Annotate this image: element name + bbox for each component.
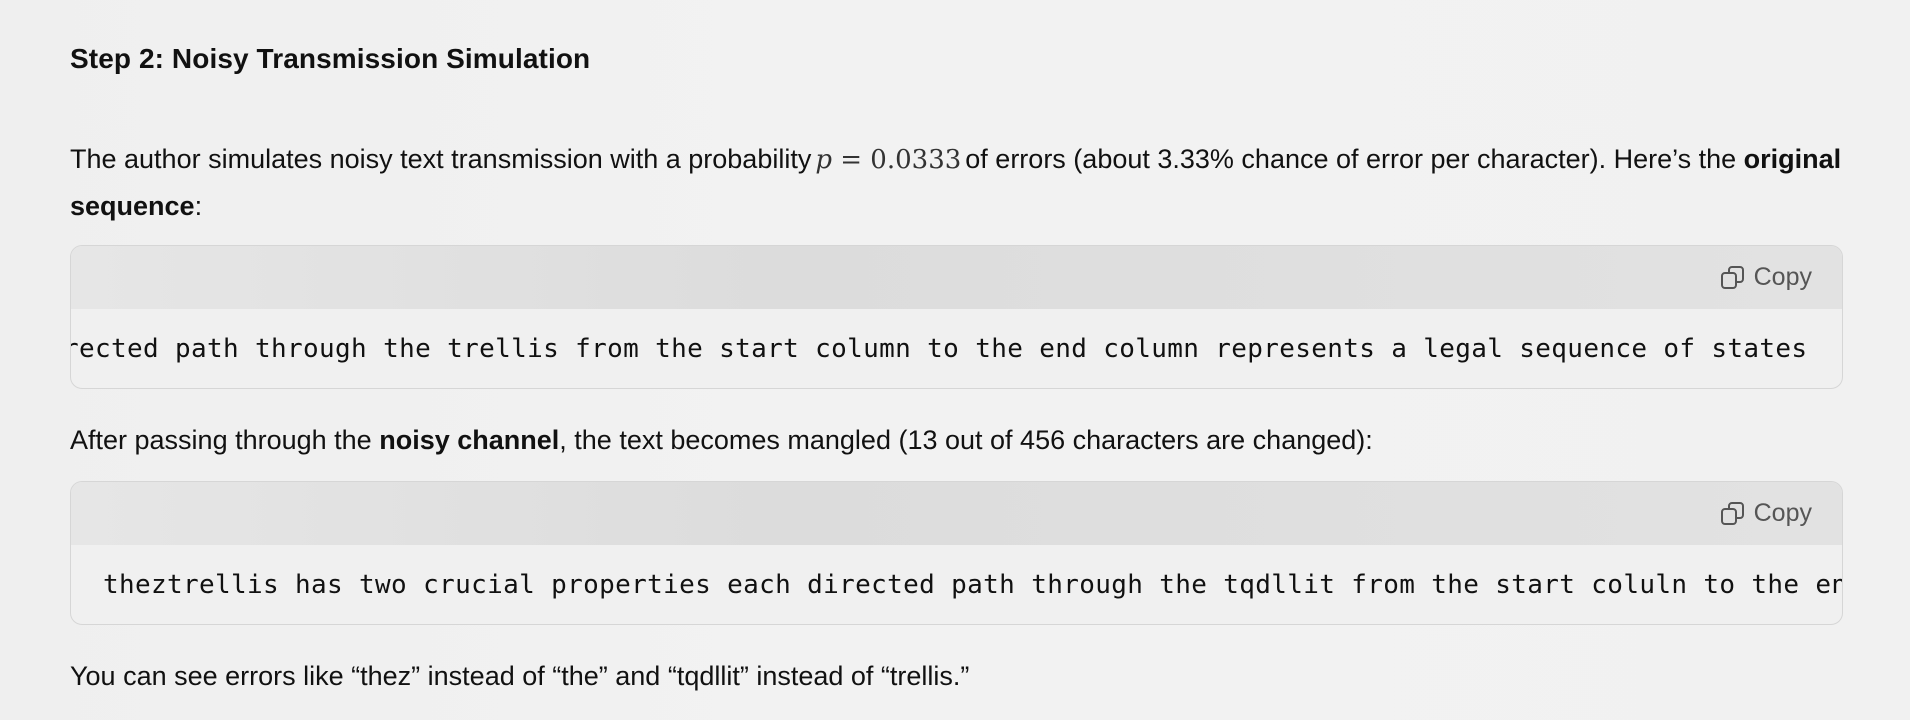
copy-button[interactable]: Copy: [1720, 499, 1812, 528]
copy-button[interactable]: Copy: [1720, 263, 1812, 292]
intro-text-2: of errors (about 3.33% chance of error p…: [965, 144, 1737, 174]
channel-text-2: , the text becomes mangled (13 out of 45…: [559, 425, 1373, 455]
channel-text-1: After passing through the: [70, 425, 372, 455]
noisy-channel-bold: noisy channel: [379, 425, 560, 455]
formula-variable: p: [815, 145, 832, 175]
chat-message: Step 2: Noisy Transmission Simulation Th…: [0, 0, 1910, 720]
errors-paragraph: You can see errors like “thez” instead o…: [70, 661, 970, 691]
formula-value: = 0.0333: [840, 145, 962, 175]
intro-text-1: The author simulates noisy text transmis…: [70, 144, 812, 174]
intro-text-3: :: [194, 191, 203, 221]
copy-icon: [1720, 265, 1744, 289]
copy-label: Copy: [1753, 499, 1812, 527]
copy-icon: [1720, 501, 1744, 525]
code-content[interactable]: theztrellis has two crucial properties e…: [71, 545, 1842, 624]
mangled-code-block: Copy theztrellis has two crucial propert…: [70, 481, 1843, 625]
section-heading: Step 2: Noisy Transmission Simulation: [70, 43, 591, 74]
mangled-sequence-text: theztrellis has two crucial properties e…: [103, 570, 1842, 600]
copy-label: Copy: [1753, 263, 1812, 291]
code-content[interactable]: rected path through the trellis from the…: [71, 309, 1842, 388]
channel-paragraph: After passing through the noisy channel,…: [70, 417, 1860, 463]
code-block-header: Copy: [71, 482, 1842, 545]
probability-formula: p = 0.0333: [815, 145, 961, 175]
code-block-header: Copy: [71, 246, 1842, 309]
original-code-block: Copy rected path through the trellis fro…: [70, 245, 1843, 389]
intro-paragraph: The author simulates noisy text transmis…: [70, 136, 1860, 229]
original-sequence-text: rected path through the trellis from the…: [71, 334, 1808, 364]
